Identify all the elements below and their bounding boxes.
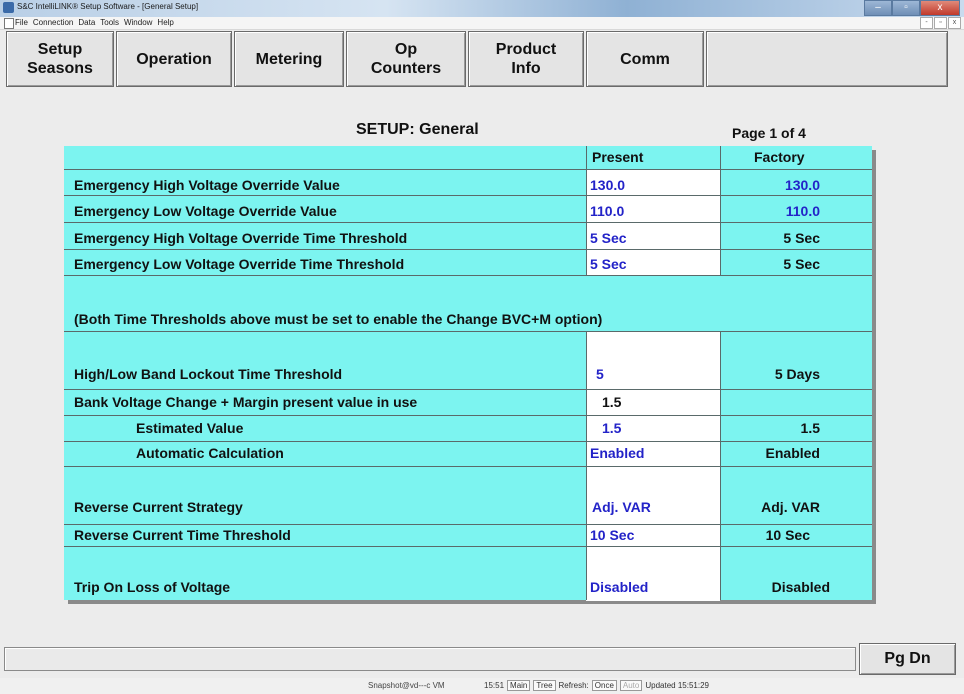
present-value-field[interactable]: Enabled (590, 445, 644, 461)
snapshot-label: Snapshot@vd---c VM (368, 681, 445, 690)
row-label: Bank Voltage Change + Margin present val… (74, 394, 418, 410)
row-label: High/Low Band Lockout Time Threshold (74, 366, 343, 382)
factory-value: Adj. VAR (761, 499, 820, 515)
title-bar: S&C IntelliLINK® Setup Software - [Gener… (0, 0, 964, 17)
factory-value: 10 Sec (765, 527, 810, 543)
host-status-bar: Snapshot@vd---c VM 15:51 Main Tree Refre… (0, 678, 964, 694)
mdi-restore-button[interactable]: ▫ (934, 17, 947, 29)
window-title: S&C IntelliLINK® Setup Software - [Gener… (17, 2, 199, 11)
blank-toolbar-button[interactable] (706, 31, 948, 87)
present-value-field[interactable]: 10 Sec (590, 527, 634, 543)
factory-value: 5 Sec (783, 256, 820, 272)
mdi-minimize-button[interactable]: - (920, 17, 933, 29)
present-value-field[interactable]: 5 Sec (590, 230, 627, 246)
present-value-field[interactable]: 1.5 (602, 394, 621, 410)
menu-bar: File Connection Data Tools Window Help -… (0, 17, 964, 30)
row-label: Reverse Current Time Threshold (74, 527, 291, 543)
row-label: Estimated Value (136, 420, 244, 436)
refresh-label: Refresh: (558, 681, 589, 690)
minimize-button[interactable]: – (864, 0, 892, 16)
document-icon (4, 18, 14, 29)
nav-toolbar: Setup Seasons Operation Metering Op Coun… (0, 31, 964, 89)
factory-value: 130.0 (784, 177, 820, 193)
clock-label: 15:51 (484, 681, 505, 690)
present-value-field[interactable]: 5 Sec (590, 256, 627, 272)
close-button[interactable]: x (920, 0, 960, 16)
factory-value: 5 Sec (783, 230, 820, 246)
row-label: Trip On Loss of Voltage (74, 579, 231, 595)
present-value-field[interactable]: 130.0 (590, 177, 625, 193)
row-label: Emergency High Voltage Override Value (74, 177, 340, 193)
factory-value: 5 Days (774, 366, 820, 382)
tree-button[interactable]: Tree (533, 680, 556, 691)
menu-window[interactable]: Window (124, 18, 152, 27)
row-label: Emergency High Voltage Override Time Thr… (74, 230, 408, 246)
row-label: Automatic Calculation (136, 445, 284, 461)
row-label: Emergency Low Voltage Override Time Thre… (74, 256, 405, 272)
op-counters-button[interactable]: Op Counters (346, 31, 466, 87)
present-value-field[interactable]: 5 (596, 366, 604, 382)
present-value-field[interactable]: Adj. VAR (592, 499, 651, 515)
menu-connection[interactable]: Connection (33, 18, 73, 27)
metering-button[interactable]: Metering (234, 31, 344, 87)
factory-value: Enabled (765, 445, 820, 461)
comm-button[interactable]: Comm (586, 31, 704, 87)
menu-data[interactable]: Data (78, 18, 95, 27)
page-indicator: Page 1 of 4 (732, 125, 806, 141)
present-value-field[interactable]: 1.5 (602, 420, 621, 436)
refresh-auto-button[interactable]: Auto (619, 680, 643, 691)
product-info-button[interactable]: Product Info (468, 31, 584, 87)
maximize-button[interactable]: ▫ (892, 0, 920, 16)
app-icon (3, 2, 14, 13)
factory-value: 1.5 (800, 420, 820, 436)
setup-seasons-button[interactable]: Setup Seasons (6, 31, 114, 87)
time-threshold-note: (Both Time Thresholds above must be set … (74, 311, 603, 327)
menu-help[interactable]: Help (157, 18, 173, 27)
updated-label: Updated 15:51:29 (645, 681, 709, 690)
mdi-close-button[interactable]: x (948, 17, 961, 29)
present-column-header: Present (592, 149, 644, 165)
menu-tools[interactable]: Tools (100, 18, 119, 27)
factory-value: Disabled (771, 579, 830, 595)
row-label: Reverse Current Strategy (74, 499, 243, 515)
factory-column-header: Factory (754, 149, 805, 165)
page-title: SETUP: General (356, 121, 479, 138)
menu-file[interactable]: File (15, 18, 28, 27)
refresh-once-button[interactable]: Once (591, 680, 617, 691)
main-button[interactable]: Main (507, 680, 531, 691)
present-value-field[interactable]: 110.0 (590, 203, 624, 219)
page-down-button[interactable]: Pg Dn (859, 643, 956, 675)
present-value-field[interactable]: Disabled (590, 579, 648, 595)
row-label: Emergency Low Voltage Override Value (74, 203, 337, 219)
settings-table: Present Factory Emergency High Voltage O… (64, 146, 872, 601)
factory-value: 110.0 (785, 203, 820, 219)
operation-button[interactable]: Operation (116, 31, 232, 87)
status-bar (4, 647, 856, 671)
